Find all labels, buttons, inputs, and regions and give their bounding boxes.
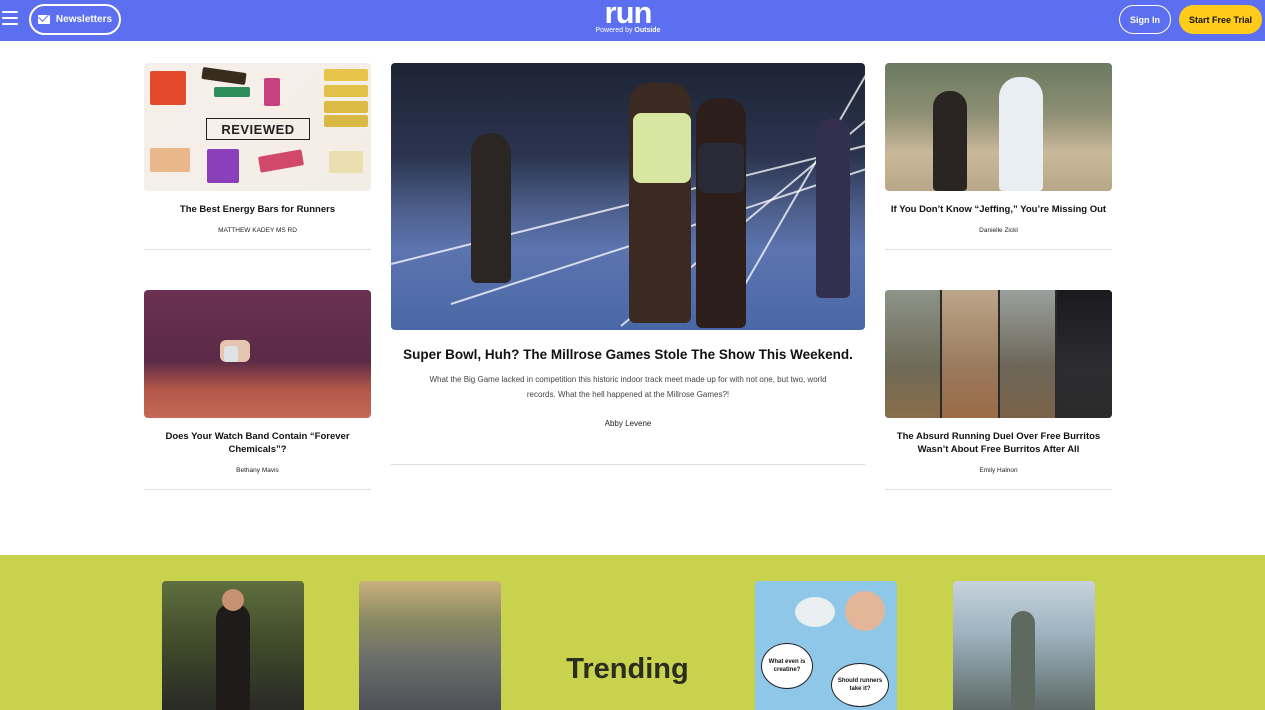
trending-heading: Trending bbox=[566, 653, 689, 685]
article-title[interactable]: If You Don’t Know “Jeffing,” You’re Miss… bbox=[885, 203, 1112, 216]
article-title[interactable]: The Best Energy Bars for Runners bbox=[144, 203, 371, 216]
top-navigation-bar: Newsletters run Powered by Outside Sign … bbox=[0, 0, 1265, 41]
article-title[interactable]: The Absurd Running Duel Over Free Burrit… bbox=[885, 430, 1112, 456]
trending-section: Trending What even is creatine? Should r… bbox=[0, 555, 1265, 710]
article-card-jeffing[interactable]: If You Don’t Know “Jeffing,” You’re Miss… bbox=[885, 63, 1112, 250]
article-divider bbox=[885, 489, 1112, 490]
trending-image-1[interactable] bbox=[162, 581, 304, 710]
mail-icon bbox=[37, 15, 50, 24]
featured-article-image[interactable] bbox=[391, 63, 865, 330]
trending-image-3[interactable]: What even is creatine? Should runners ta… bbox=[755, 581, 897, 710]
featured-article-byline[interactable]: Abby Levene bbox=[391, 419, 865, 428]
newsletters-label: Newsletters bbox=[55, 14, 113, 25]
article-divider bbox=[391, 464, 865, 465]
article-divider bbox=[144, 489, 371, 490]
logo-word: run bbox=[604, 0, 653, 30]
article-byline[interactable]: Danielle Zickl bbox=[885, 227, 1112, 234]
article-card-watch-band[interactable]: Does Your Watch Band Contain “Forever Ch… bbox=[144, 290, 371, 490]
speech-bubble: Should runners take it? bbox=[831, 663, 889, 707]
logo-tagline: Powered by Outside bbox=[588, 26, 668, 36]
article-divider bbox=[885, 249, 1112, 250]
article-divider bbox=[144, 249, 371, 250]
article-image-energy-bars[interactable]: REVIEWED bbox=[144, 63, 371, 191]
article-image-watch-band[interactable] bbox=[144, 290, 371, 418]
trending-image-4[interactable] bbox=[953, 581, 1095, 710]
logo-powered-text: Powered by bbox=[595, 27, 633, 34]
site-logo[interactable]: run Powered by Outside bbox=[588, 0, 668, 41]
hamburger-icon[interactable] bbox=[2, 11, 18, 27]
featured-article-title[interactable]: Super Bowl, Huh? The Millrose Games Stol… bbox=[391, 346, 865, 363]
article-card-burritos[interactable]: The Absurd Running Duel Over Free Burrit… bbox=[885, 290, 1112, 490]
featured-article-summary: What the Big Game lacked in competition … bbox=[429, 375, 827, 399]
newsletters-button[interactable]: Newsletters bbox=[29, 4, 121, 35]
trending-image-2[interactable] bbox=[359, 581, 501, 710]
article-byline[interactable]: Bethany Mavis bbox=[144, 467, 371, 474]
article-byline[interactable]: MATTHEW KADEY MS RD bbox=[144, 227, 371, 234]
sign-in-button[interactable]: Sign In bbox=[1119, 5, 1171, 34]
reviewed-stamp: REVIEWED bbox=[206, 118, 310, 140]
speech-bubble: What even is creatine? bbox=[761, 643, 813, 689]
article-card-featured[interactable]: Super Bowl, Huh? The Millrose Games Stol… bbox=[391, 63, 865, 465]
article-title[interactable]: Does Your Watch Band Contain “Forever Ch… bbox=[144, 430, 371, 456]
start-free-trial-button[interactable]: Start Free Trial bbox=[1179, 5, 1262, 34]
article-image-burritos[interactable] bbox=[885, 290, 1112, 418]
article-image-jeffing[interactable] bbox=[885, 63, 1112, 191]
article-card-energy-bars[interactable]: REVIEWED The Best Energy Bars for Runner… bbox=[144, 63, 371, 250]
logo-brand-text: Outside bbox=[634, 27, 661, 34]
article-byline[interactable]: Emily Halnon bbox=[885, 467, 1112, 474]
